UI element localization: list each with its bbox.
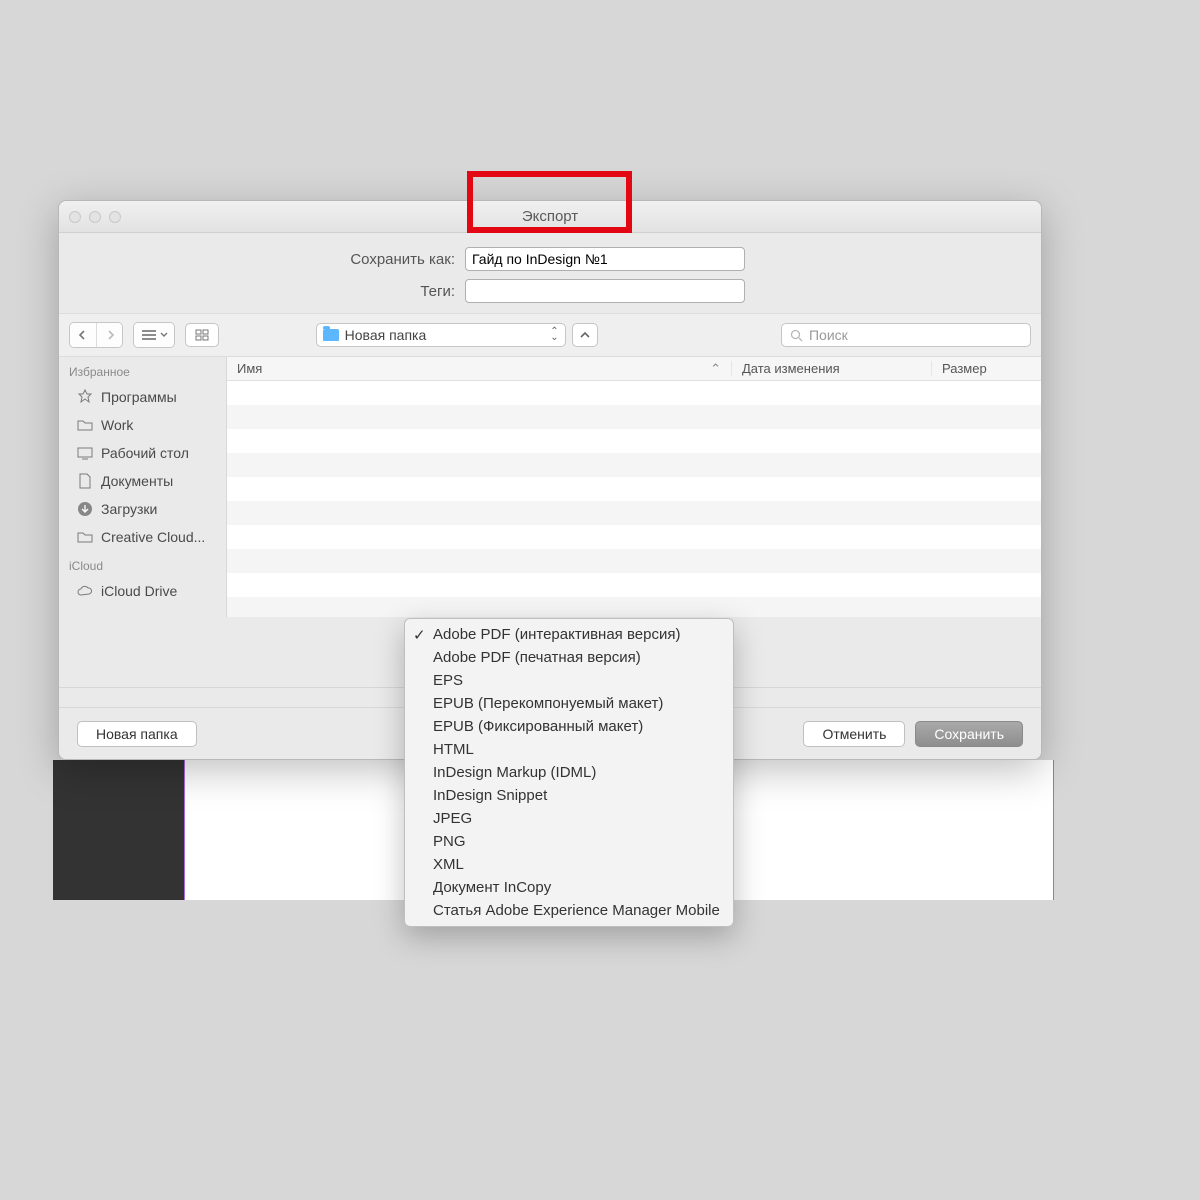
tags-input[interactable] (465, 279, 745, 303)
cloud-icon (77, 583, 93, 599)
list-view-icon[interactable] (134, 323, 174, 347)
applications-icon (77, 389, 93, 405)
folder-icon (77, 417, 93, 433)
sidebar-icloud-header: iCloud (59, 551, 226, 577)
format-option[interactable]: EPUB (Фиксированный макет) (405, 715, 733, 738)
updown-icon: ⌃⌄ (550, 329, 558, 341)
downloads-icon (77, 501, 93, 517)
file-list-body[interactable] (227, 381, 1041, 617)
format-option[interactable]: Adobe PDF (интерактивная версия) (405, 623, 733, 646)
chevron-down-icon (160, 331, 168, 339)
window-controls (69, 211, 121, 223)
search-input[interactable]: Поиск (781, 323, 1031, 347)
save-as-label: Сохранить как: (65, 251, 455, 268)
cancel-button[interactable]: Отменить (803, 721, 905, 747)
titlebar: Экспорт (59, 201, 1041, 233)
toolbar: Новая папка ⌃⌄ Поиск (59, 313, 1041, 357)
format-option[interactable]: InDesign Snippet (405, 784, 733, 807)
save-button[interactable]: Сохранить (915, 721, 1023, 747)
folder-name: Новая папка (345, 327, 427, 343)
column-size[interactable]: Размер (931, 361, 1041, 376)
dialog-title: Экспорт (522, 208, 578, 225)
sidebar-item-icloud-drive[interactable]: iCloud Drive (59, 577, 226, 605)
format-option[interactable]: Документ InCopy (405, 876, 733, 899)
folder-icon (77, 529, 93, 545)
sidebar-item-applications[interactable]: Программы (59, 383, 226, 411)
format-option[interactable]: HTML (405, 738, 733, 761)
column-name[interactable]: Имя⌃ (227, 361, 731, 377)
format-dropdown[interactable]: Adobe PDF (интерактивная версия)Adobe PD… (404, 618, 734, 927)
back-button[interactable] (70, 323, 96, 347)
save-as-input[interactable] (465, 247, 745, 271)
sidebar-item-desktop[interactable]: Рабочий стол (59, 439, 226, 467)
forward-button[interactable] (96, 323, 122, 347)
format-option[interactable]: XML (405, 853, 733, 876)
sidebar-item-label: Документы (101, 473, 173, 489)
column-date[interactable]: Дата изменения (731, 361, 931, 376)
collapse-button[interactable] (572, 323, 598, 347)
sidebar-item-label: Work (101, 417, 133, 433)
file-list: Имя⌃ Дата изменения Размер (227, 357, 1041, 617)
sidebar-item-label: iCloud Drive (101, 583, 177, 599)
format-option[interactable]: EPUB (Перекомпонуемый макет) (405, 692, 733, 715)
traffic-zoom[interactable] (109, 211, 121, 223)
sidebar-item-label: Рабочий стол (101, 445, 189, 461)
folder-path-select[interactable]: Новая папка ⌃⌄ (316, 323, 566, 347)
chevron-right-icon (105, 330, 115, 340)
grid-icon (195, 329, 209, 341)
format-option[interactable]: EPS (405, 669, 733, 692)
traffic-minimize[interactable] (89, 211, 101, 223)
search-placeholder: Поиск (809, 327, 848, 343)
format-option[interactable]: Adobe PDF (печатная версия) (405, 646, 733, 669)
sidebar-item-label: Creative Cloud... (101, 529, 205, 545)
new-folder-button[interactable]: Новая папка (77, 721, 197, 747)
sidebar-item-downloads[interactable]: Загрузки (59, 495, 226, 523)
traffic-close[interactable] (69, 211, 81, 223)
document-icon (77, 473, 93, 489)
sidebar-item-documents[interactable]: Документы (59, 467, 226, 495)
sidebar-item-creative-cloud[interactable]: Creative Cloud... (59, 523, 226, 551)
format-option[interactable]: JPEG (405, 807, 733, 830)
nav-back-forward (69, 322, 123, 348)
tags-label: Теги: (65, 283, 455, 300)
sidebar-favorites-header: Избранное (59, 357, 226, 383)
icon-view-button[interactable] (185, 323, 219, 347)
chevron-up-icon (580, 331, 590, 339)
format-option[interactable]: Статья Adobe Experience Manager Mobile (405, 899, 733, 922)
format-option[interactable]: PNG (405, 830, 733, 853)
chevron-left-icon (78, 330, 88, 340)
folder-icon (323, 329, 339, 341)
desktop-icon (77, 445, 93, 461)
view-mode-select[interactable] (133, 322, 175, 348)
format-option[interactable]: InDesign Markup (IDML) (405, 761, 733, 784)
sidebar-item-work[interactable]: Work (59, 411, 226, 439)
sidebar-item-label: Программы (101, 389, 177, 405)
sidebar: Избранное Программы Work Рабочий стол До… (59, 357, 227, 617)
search-icon (790, 329, 803, 342)
sidebar-item-label: Загрузки (101, 501, 157, 517)
